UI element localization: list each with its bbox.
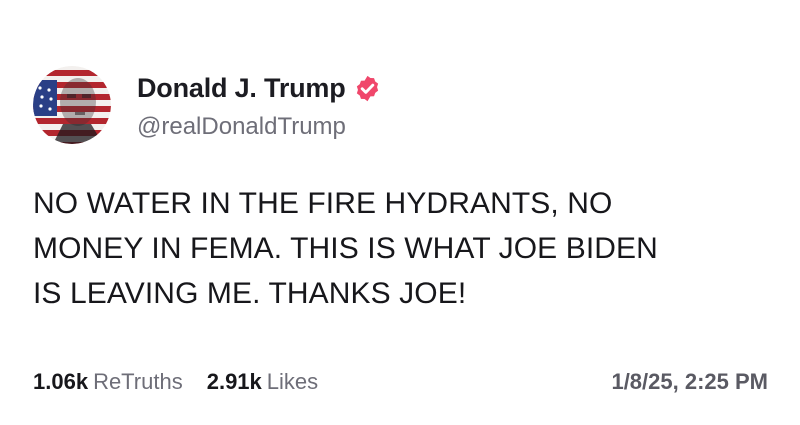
author-name-row: Donald J. Trump xyxy=(137,71,382,105)
avatar-flag-portrait-icon xyxy=(33,66,111,144)
post-body-line: NO WATER IN THE FIRE HYDRANTS, NO xyxy=(33,187,613,220)
author-display-name[interactable]: Donald J. Trump xyxy=(137,73,346,104)
post-stats: 1.06k ReTruths 2.91k Likes xyxy=(33,367,318,397)
post-body-line: MONEY IN FEMA. THIS IS WHAT JOE BIDEN xyxy=(33,232,658,265)
author-handle[interactable]: @realDonaldTrump xyxy=(137,113,346,141)
retruths-label: ReTruths xyxy=(93,369,183,394)
verified-badge-icon xyxy=(353,74,382,103)
post-body: NO WATER IN THE FIRE HYDRANTS, NO MONEY … xyxy=(33,181,773,316)
likes-count: 2.91k xyxy=(206,369,262,394)
truth-post: Donald J. Trump @realDonaldTrump NO WATE… xyxy=(0,0,800,425)
post-timestamp[interactable]: 1/8/25, 2:25 PM xyxy=(611,367,768,397)
likes-stat[interactable]: 2.91k Likes xyxy=(207,369,318,395)
author-avatar[interactable] xyxy=(33,66,111,144)
likes-label: Likes xyxy=(266,369,319,394)
retruths-count: 1.06k xyxy=(33,369,89,394)
retruths-stat[interactable]: 1.06k ReTruths xyxy=(33,369,183,395)
post-body-line: IS LEAVING ME. THANKS JOE! xyxy=(33,277,467,310)
